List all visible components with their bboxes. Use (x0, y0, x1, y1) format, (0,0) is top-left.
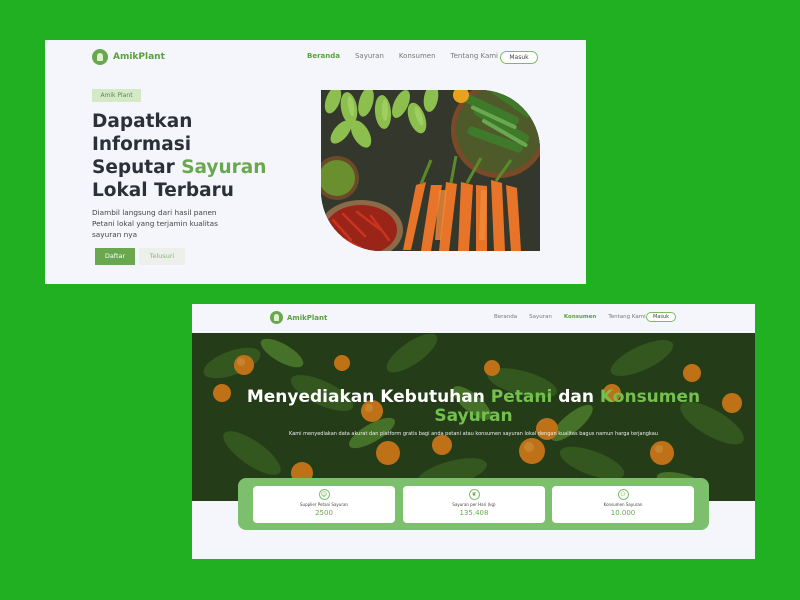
login-button[interactable]: Masuk (646, 312, 676, 322)
hero-title-highlight: Sayuran (181, 157, 267, 178)
login-button[interactable]: Masuk (500, 51, 538, 64)
nav-item-sayuran[interactable]: Sayuran (529, 314, 552, 320)
nav-item-tentang-kami[interactable]: Tentang Kami (451, 52, 499, 60)
stat-card-petani: ☺ Supplier Petani Sayuran 2500 (253, 486, 395, 523)
navbar: AmikPlant Beranda Sayuran Konsumen Tenta… (192, 304, 755, 333)
hero-title-line: Informasi (92, 134, 192, 155)
farmer-icon: ☺ (318, 489, 330, 500)
explore-button[interactable]: Telusuri (139, 248, 185, 265)
nav-item-beranda[interactable]: Beranda (494, 314, 517, 320)
stat-value: 2500 (315, 509, 333, 517)
tree-logo-icon (270, 311, 283, 324)
brand-name: AmikPlant (113, 52, 165, 62)
hero-title-part: dan (552, 387, 600, 407)
stats-panel: ☺ Supplier Petani Sayuran 2500 ❦ Sayuran… (238, 478, 709, 530)
hero-title-part: Menyediakan Kebutuhan (246, 387, 491, 407)
logo[interactable]: AmikPlant (270, 311, 327, 324)
nav-item-tentang-kami[interactable]: Tentang Kami (608, 314, 645, 320)
nav-item-konsumen[interactable]: Konsumen (399, 52, 436, 60)
people-icon: ⚇ (617, 489, 629, 500)
logo[interactable]: AmikPlant (92, 49, 165, 65)
hero-title-part: Seputar (92, 157, 182, 178)
hero-title-line: Menyediakan Kebutuhan Petani dan Konsume… (192, 388, 755, 407)
stat-label: Sayuran per Hari (kg) (452, 502, 496, 507)
nav-item-beranda[interactable]: Beranda (307, 52, 340, 60)
hero-title-line: Dapatkan (92, 111, 193, 132)
navbar: AmikPlant Beranda Sayuran Konsumen Tenta… (45, 40, 586, 76)
hero-title-line: Lokal Terbaru (92, 180, 234, 201)
stat-card-konsumen: ⚇ Konsumen Sayuran 10.000 (552, 486, 694, 523)
stat-label: Supplier Petani Sayuran (300, 502, 348, 507)
nav-menu: Beranda Sayuran Konsumen Tentang Kami (494, 314, 658, 320)
leaf-icon: ❦ (468, 489, 480, 500)
vegetables-photo (321, 90, 540, 251)
hero-title-highlight: Sayuran (434, 406, 513, 426)
register-button[interactable]: Daftar (95, 248, 135, 265)
stat-label: Konsumen Sayuran (603, 502, 643, 507)
nav-item-sayuran[interactable]: Sayuran (355, 52, 384, 60)
hero-title-highlight: Konsumen (599, 387, 701, 407)
nav-menu: Beranda Sayuran Konsumen Tentang Kami (307, 52, 513, 60)
hero-badge: Amik Plant (92, 89, 141, 102)
hero-title-highlight: Petani (490, 387, 553, 407)
landing-page-card-konsumen: AmikPlant Beranda Sayuran Konsumen Tenta… (192, 304, 755, 559)
hero-title-line: Seputar Sayuran (92, 156, 292, 179)
hero-title: Menyediakan Kebutuhan Petani dan Konsume… (192, 388, 755, 426)
nav-item-konsumen[interactable]: Konsumen (564, 314, 596, 320)
landing-page-card-beranda: AmikPlant Beranda Sayuran Konsumen Tenta… (45, 40, 586, 284)
tree-logo-icon (92, 49, 108, 65)
stat-card-sayuran: ❦ Sayuran per Hari (kg) 135.408 (403, 486, 545, 523)
hero-description: Diambil langsung dari hasil panen Petani… (92, 208, 218, 239)
brand-name: AmikPlant (287, 313, 328, 322)
hero-description: Kami menyediakan data akurat dan platfor… (289, 431, 658, 437)
stat-value: 135.408 (459, 509, 489, 517)
hero-title: Dapatkan Informasi Seputar Sayuran Lokal… (92, 110, 292, 202)
stat-value: 10.000 (610, 509, 636, 517)
